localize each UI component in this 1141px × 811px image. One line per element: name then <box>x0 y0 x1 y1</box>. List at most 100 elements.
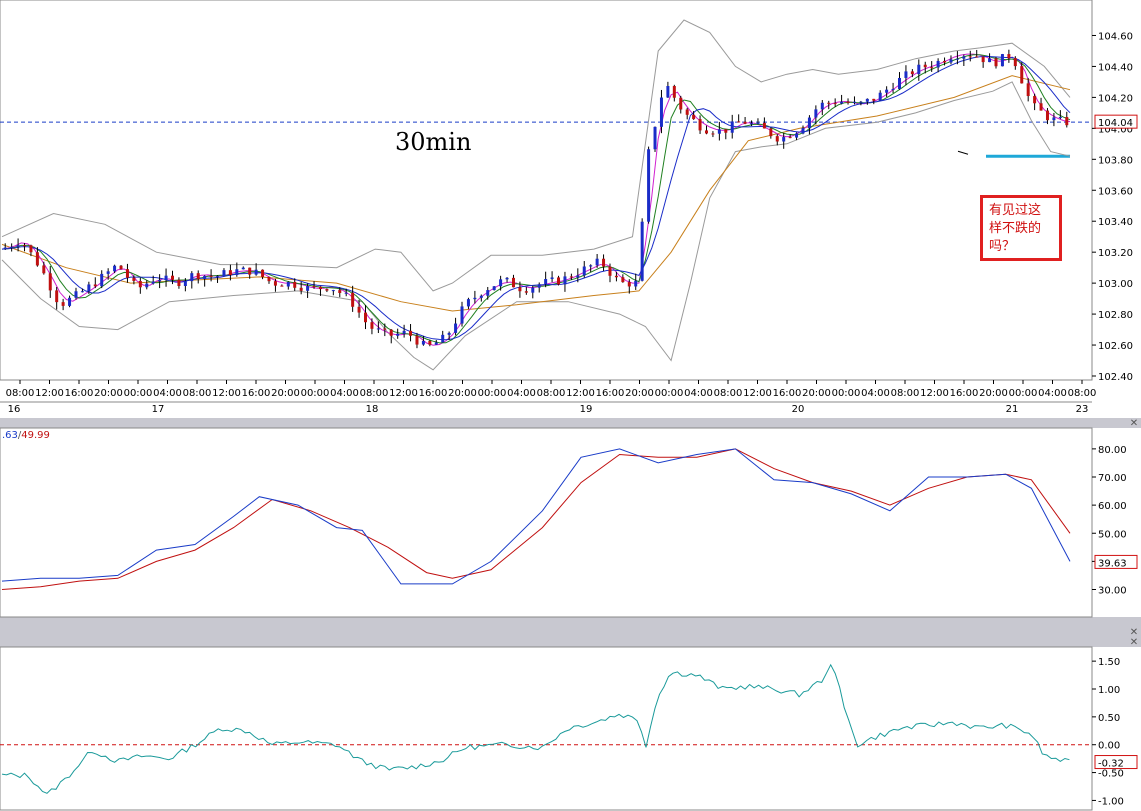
y-tick-label: 104.20 <box>1098 93 1133 104</box>
candle-body <box>698 119 702 131</box>
candle-body <box>241 267 245 270</box>
candle-body <box>158 280 162 282</box>
x-tick-label: 12:00 <box>743 388 772 399</box>
last-price-label: 104.04 <box>1098 118 1133 129</box>
candle-body <box>582 266 586 276</box>
candle-body <box>750 123 754 125</box>
y-tick-label: 103.60 <box>1098 186 1133 197</box>
x-day-label: 17 <box>152 404 165 415</box>
candle-body <box>87 284 91 292</box>
candle-body <box>183 281 187 287</box>
candle-body <box>563 276 567 285</box>
close-icon[interactable]: ✕ <box>1129 638 1139 648</box>
candle-body <box>647 149 651 222</box>
y-tick-label: 102.60 <box>1098 341 1133 352</box>
candle-body <box>724 129 728 133</box>
y-tick-label: 80.00 <box>1098 445 1127 456</box>
candle-body <box>344 292 348 294</box>
y-tick-label: 104.60 <box>1098 31 1133 42</box>
y-tick-label: 50.00 <box>1098 529 1127 540</box>
candle-body <box>840 101 844 104</box>
candle-body <box>138 280 142 288</box>
candle-body <box>235 269 239 275</box>
candle-body <box>775 136 779 142</box>
candle-body <box>16 245 20 247</box>
candle-body <box>42 265 46 274</box>
y-tick-label: 102.80 <box>1098 310 1133 321</box>
candle-body <box>479 295 483 298</box>
y-tick-label: 102.40 <box>1098 372 1133 383</box>
y-tick-label: 60.00 <box>1098 501 1127 512</box>
candle-body <box>209 275 213 277</box>
candle-body <box>170 275 174 280</box>
x-tick-label: 00:00 <box>832 388 861 399</box>
candle-body <box>164 275 168 281</box>
candle-body <box>833 103 837 105</box>
candle-body <box>962 56 966 59</box>
y-tick-label: 103.80 <box>1098 155 1133 166</box>
candle-body <box>795 133 799 138</box>
candle-body <box>640 221 644 281</box>
candle-body <box>1033 96 1037 104</box>
candle-body <box>23 245 27 247</box>
stoch-header-label: .63/49.99 <box>2 430 50 441</box>
candle-body <box>975 56 979 58</box>
candle-body <box>743 121 747 124</box>
candle-body <box>466 299 470 307</box>
candle-body <box>286 281 290 287</box>
candle-body <box>357 306 361 313</box>
candle-body <box>61 302 65 306</box>
y-tick-label: 104.40 <box>1098 62 1133 73</box>
candle-body <box>634 280 638 287</box>
candle-body <box>1026 83 1030 97</box>
candle-body <box>852 101 856 103</box>
candle-body <box>428 341 432 345</box>
candle-body <box>891 88 895 90</box>
x-tick-label: 12:00 <box>212 388 241 399</box>
timeframe-label: 30min <box>395 128 472 156</box>
candle-body <box>537 284 541 288</box>
panel-separator-2 <box>0 617 1141 627</box>
x-tick-label: 12:00 <box>35 388 64 399</box>
x-tick-label: 08:00 <box>1068 388 1097 399</box>
candle-body <box>376 328 380 330</box>
candle-body <box>621 277 625 283</box>
x-tick-label: 08:00 <box>891 388 920 399</box>
candle-body <box>190 273 194 282</box>
candle-body <box>846 101 850 103</box>
candle-body <box>267 276 271 282</box>
candle-body <box>299 287 303 291</box>
candle-body <box>389 329 393 336</box>
candle-body <box>756 122 760 124</box>
close-icon[interactable]: ✕ <box>1129 419 1139 429</box>
candle-body <box>55 290 59 303</box>
candle-body <box>396 333 400 336</box>
candle-body <box>351 292 355 307</box>
x-tick-label: 12:00 <box>389 388 418 399</box>
x-tick-label: 04:00 <box>861 388 890 399</box>
candle-body <box>762 122 766 129</box>
candle-body <box>280 285 284 287</box>
candle-body <box>666 86 670 98</box>
candle-body <box>1000 54 1004 67</box>
x-tick-label: 08:00 <box>6 388 35 399</box>
chart-canvas: 104.60104.40104.20104.00103.80103.60103.… <box>0 0 1141 811</box>
x-tick-label: 08:00 <box>183 388 212 399</box>
candle-body <box>898 77 902 89</box>
x-tick-label: 16:00 <box>65 388 94 399</box>
candle-body <box>132 277 136 281</box>
candle-body <box>100 273 104 287</box>
candle-body <box>364 312 368 323</box>
candle-body <box>730 121 734 133</box>
panel-separator-3 <box>0 627 1141 637</box>
candle-body <box>415 335 419 345</box>
candle-body <box>125 269 129 278</box>
x-tick-label: 12:00 <box>920 388 949 399</box>
candle-body <box>261 269 265 277</box>
y-tick-label: 1.00 <box>1098 685 1120 696</box>
x-day-label: 19 <box>580 404 593 415</box>
x-tick-label: 00:00 <box>124 388 153 399</box>
x-tick-label: 20:00 <box>979 388 1008 399</box>
candle-body <box>331 290 335 292</box>
candle-body <box>602 258 606 267</box>
